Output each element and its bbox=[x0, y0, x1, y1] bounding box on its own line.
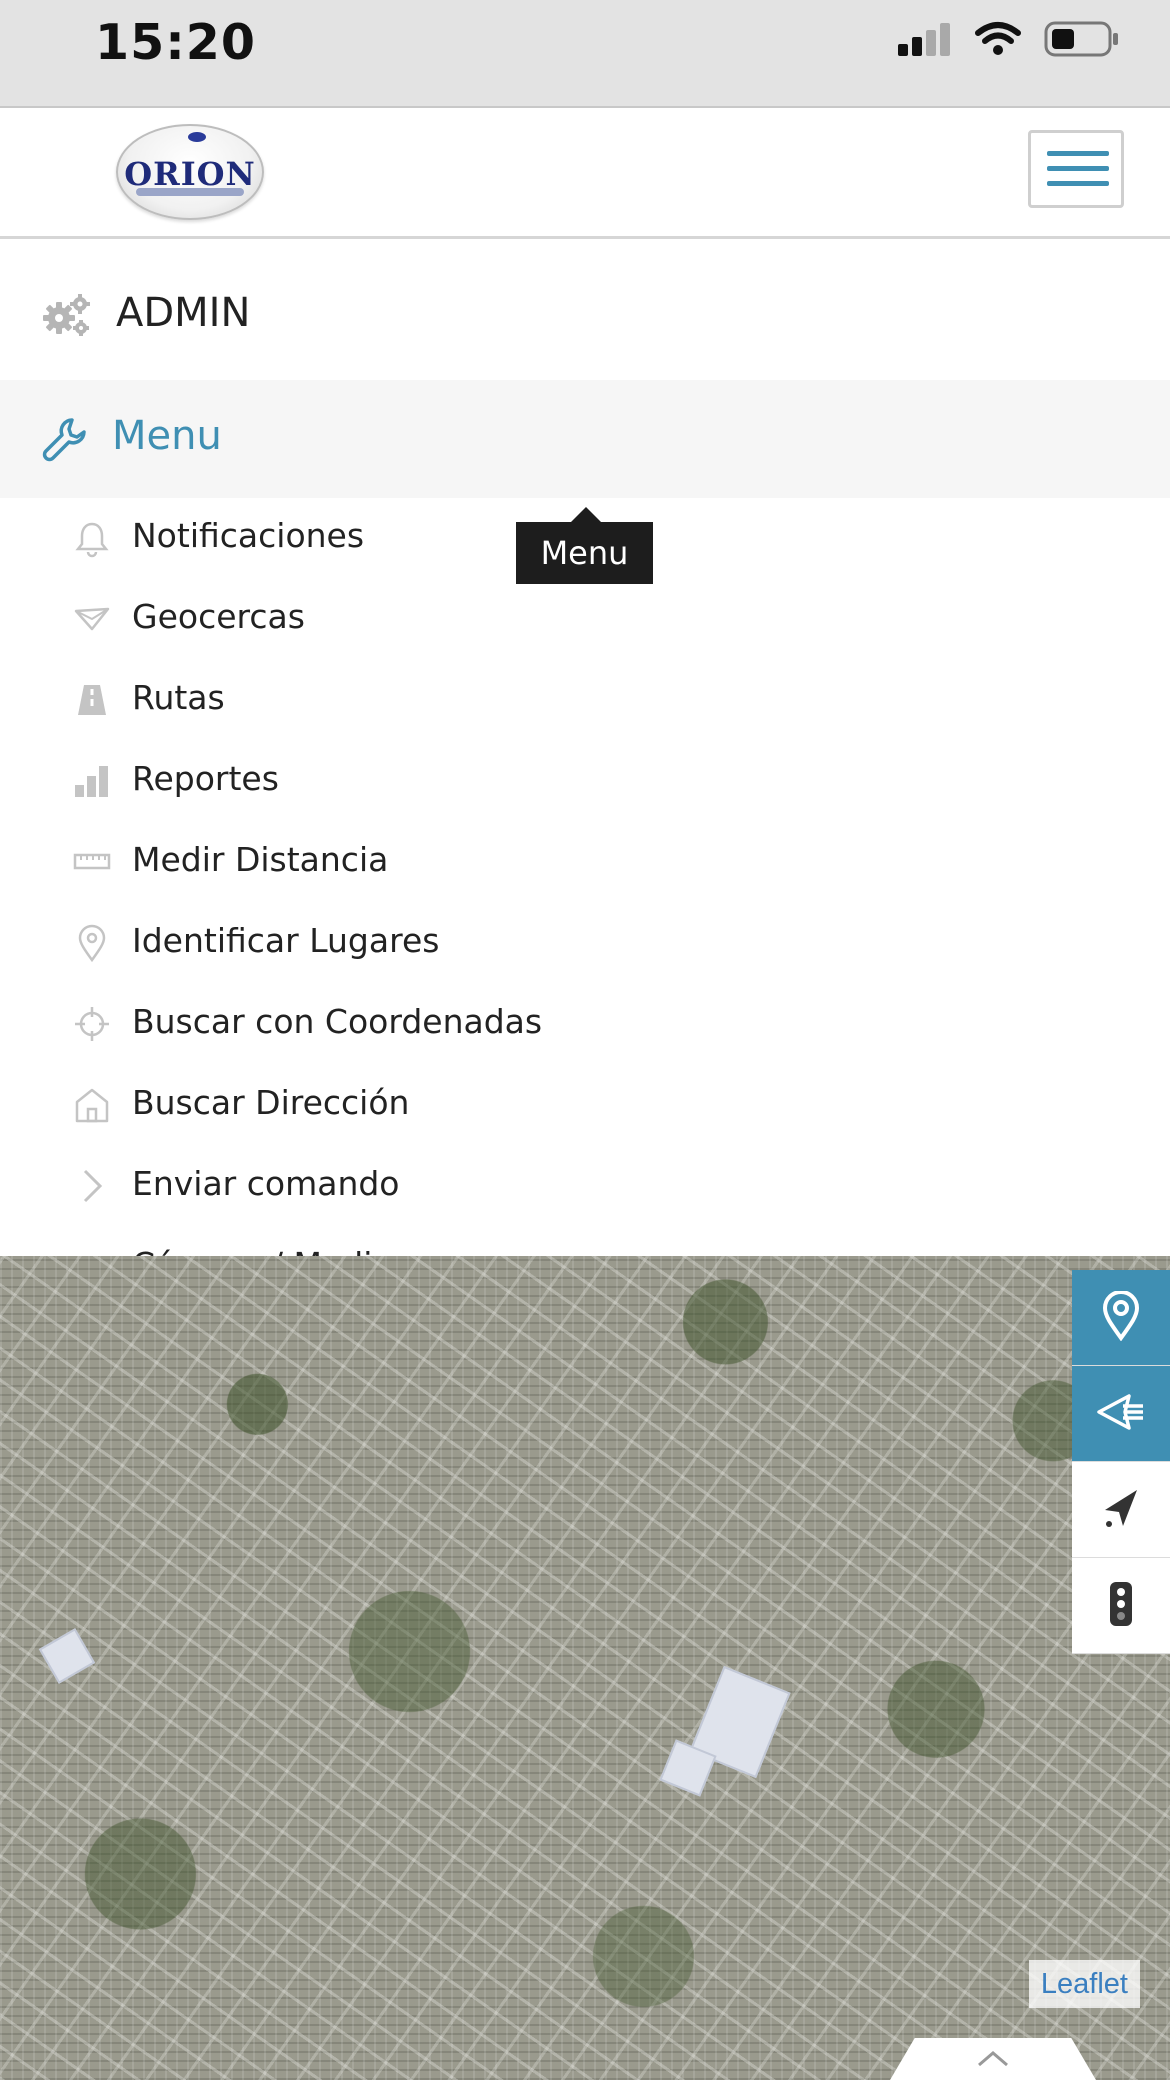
cellular-signal-icon bbox=[896, 22, 952, 60]
map-geofence-list-button[interactable] bbox=[1072, 1366, 1170, 1462]
hamburger-icon bbox=[1047, 166, 1109, 171]
admin-label: ADMIN bbox=[116, 290, 251, 336]
navigation-arrow-icon bbox=[1101, 1486, 1141, 1534]
map-pin-icon bbox=[72, 923, 112, 963]
satellite-map[interactable]: Leaflet bbox=[0, 1256, 1170, 2080]
battery-icon bbox=[1044, 20, 1120, 62]
hamburger-icon bbox=[1047, 151, 1109, 156]
menu-label: Menu bbox=[112, 413, 222, 459]
map-building bbox=[38, 1628, 96, 1684]
leaflet-attribution-link[interactable]: Leaflet bbox=[1028, 1960, 1140, 2008]
wrench-icon bbox=[42, 416, 88, 466]
menu-item-buscar-direccion[interactable]: Buscar Dirección bbox=[0, 1065, 1170, 1146]
crosshairs-icon bbox=[72, 1004, 112, 1044]
logo-swoosh bbox=[136, 188, 244, 196]
menu-item-label: Enviar comando bbox=[132, 1164, 400, 1203]
menu-toggle-button[interactable] bbox=[1028, 130, 1124, 208]
menu-item-label: Rutas bbox=[132, 678, 225, 717]
bar-chart-icon bbox=[72, 761, 112, 801]
menu-item-camara-media[interactable]: Cámara / Media bbox=[0, 1227, 1170, 1258]
menu-header[interactable]: Menu bbox=[0, 380, 1170, 498]
status-bar: 15:20 bbox=[0, 0, 1170, 108]
menu-item-medir-distancia[interactable]: Medir Distancia bbox=[0, 822, 1170, 903]
gears-icon bbox=[42, 292, 92, 342]
menu-item-identificar-lugares[interactable]: Identificar Lugares bbox=[0, 903, 1170, 984]
wifi-icon bbox=[974, 21, 1022, 61]
menu-item-rutas[interactable]: Rutas bbox=[0, 660, 1170, 741]
menu-item-label: Medir Distancia bbox=[132, 840, 389, 879]
chevron-right-icon bbox=[72, 1166, 112, 1206]
ruler-icon bbox=[72, 842, 112, 882]
map-controls bbox=[1072, 1270, 1170, 1654]
menu-item-reportes[interactable]: Reportes bbox=[0, 741, 1170, 822]
menu-item-label: Buscar Dirección bbox=[132, 1083, 410, 1122]
menu-tooltip: Menu bbox=[516, 507, 653, 584]
traffic-light-icon bbox=[1107, 1580, 1135, 1632]
road-icon bbox=[72, 680, 112, 720]
bell-icon bbox=[72, 518, 112, 558]
menu-item-label: Geocercas bbox=[132, 597, 305, 636]
geofence-list-icon bbox=[1095, 1392, 1147, 1436]
menu-item-label: Notificaciones bbox=[132, 516, 365, 555]
map-traffic-button[interactable] bbox=[1072, 1558, 1170, 1654]
status-time: 15:20 bbox=[95, 14, 256, 71]
orion-logo[interactable]: ORION bbox=[116, 124, 264, 220]
house-icon bbox=[72, 1085, 112, 1125]
app-header: ORION bbox=[0, 108, 1170, 239]
map-location-button[interactable] bbox=[1072, 1270, 1170, 1366]
menu-item-enviar-comando[interactable]: Enviar comando bbox=[0, 1146, 1170, 1227]
menu-list: Notificaciones Geocercas Rutas Reportes … bbox=[0, 498, 1170, 1258]
hamburger-icon bbox=[1047, 181, 1109, 186]
menu-item-label: Reportes bbox=[132, 759, 279, 798]
admin-row[interactable]: ADMIN bbox=[0, 240, 1170, 380]
logo-dot bbox=[188, 132, 206, 142]
status-icons bbox=[896, 20, 1120, 62]
menu-item-label: Identificar Lugares bbox=[132, 921, 440, 960]
geofence-icon bbox=[72, 599, 112, 639]
chevron-up-icon bbox=[975, 2047, 1011, 2071]
menu-item-label: Buscar con Coordenadas bbox=[132, 1002, 543, 1041]
menu-item-buscar-coordenadas[interactable]: Buscar con Coordenadas bbox=[0, 984, 1170, 1065]
menu-item-geocercas[interactable]: Geocercas bbox=[0, 579, 1170, 660]
bottom-panel-toggle[interactable] bbox=[890, 2038, 1096, 2080]
location-pin-icon bbox=[1099, 1289, 1143, 1345]
map-navigation-button[interactable] bbox=[1072, 1462, 1170, 1558]
